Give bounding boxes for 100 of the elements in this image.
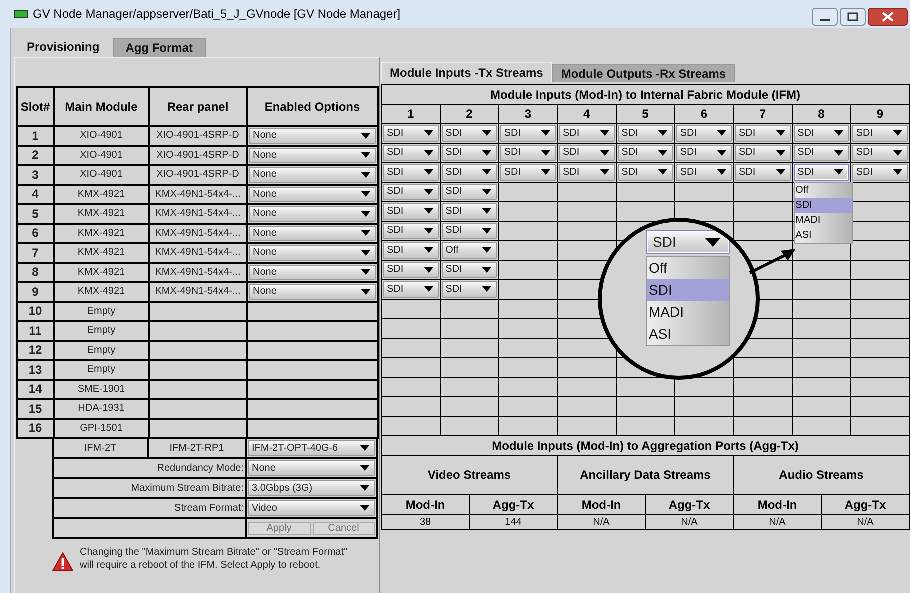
- dropdown[interactable]: SDI: [852, 144, 908, 161]
- dropdown[interactable]: SDI: [618, 125, 674, 142]
- dropdown[interactable]: SDI: [442, 203, 498, 220]
- menu-item[interactable]: Off: [794, 182, 852, 198]
- dropdown[interactable]: SDI: [383, 222, 439, 239]
- dropdown[interactable]: SDI: [559, 164, 615, 180]
- table-cell: KMX-4921: [55, 244, 148, 262]
- menu-item[interactable]: SDI: [647, 279, 729, 301]
- caret-icon: [361, 172, 371, 178]
- dropdown[interactable]: SDI: [500, 164, 556, 180]
- column-header: 4: [558, 105, 616, 123]
- dropdown[interactable]: SDI: [383, 164, 439, 180]
- dropdown[interactable]: SDI: [383, 262, 439, 278]
- caret-icon: [600, 150, 610, 156]
- caret-icon: [360, 505, 370, 511]
- table-cell: 1: [18, 127, 53, 144]
- dropdown[interactable]: SDI: [500, 144, 556, 161]
- table-cell: 12: [18, 342, 53, 359]
- dropdown[interactable]: SDI: [676, 164, 732, 180]
- dropdown[interactable]: SDI: [735, 164, 791, 180]
- caret-icon: [482, 169, 492, 176]
- table-cell: 3: [18, 166, 53, 184]
- dropdown[interactable]: SDI: [559, 144, 615, 161]
- dropdown[interactable]: 3.0Gbps (3G): [248, 480, 375, 496]
- menu-item[interactable]: MADI: [647, 301, 729, 323]
- column-header: Agg-Tx: [646, 495, 733, 514]
- caret-icon: [482, 150, 492, 156]
- dropdown[interactable]: SDI: [618, 144, 674, 161]
- dropdown[interactable]: SDI: [383, 242, 439, 258]
- dropdown[interactable]: None: [249, 284, 376, 300]
- table-cell: 15: [18, 400, 53, 418]
- dropdown[interactable]: SDI: [442, 281, 498, 298]
- dropdown[interactable]: None: [249, 245, 376, 260]
- caret-icon: [361, 132, 371, 139]
- dropdown[interactable]: SDI: [794, 144, 850, 161]
- caret-icon: [717, 169, 727, 176]
- dropdown[interactable]: SDI: [442, 184, 498, 200]
- column-header: Video Streams: [382, 456, 557, 494]
- dropdown[interactable]: SDI: [794, 125, 850, 142]
- dropdown[interactable]: SDI: [735, 144, 791, 161]
- dropdown[interactable]: None: [249, 128, 376, 144]
- dropdown[interactable]: SDI: [676, 125, 732, 142]
- table-cell: 2: [18, 146, 53, 164]
- tab[interactable]: Module Inputs -Tx Streams: [381, 62, 552, 82]
- dropdown[interactable]: None: [249, 264, 376, 280]
- dropdown[interactable]: Video: [248, 500, 375, 516]
- menu-item[interactable]: SDI: [794, 198, 852, 212]
- column-header: Ancillary Data Streams: [558, 456, 733, 494]
- dropdown[interactable]: SDI: [442, 222, 498, 239]
- column-header: Rear panel: [150, 88, 246, 125]
- dropdown[interactable]: SDI: [852, 164, 908, 180]
- dropdown[interactable]: SDI: [442, 125, 498, 142]
- menu-item[interactable]: MADI: [794, 212, 852, 228]
- maximize-icon[interactable]: [840, 8, 866, 26]
- dropdown[interactable]: SDI: [676, 144, 732, 161]
- dropdown[interactable]: SDI: [383, 184, 439, 200]
- close-icon[interactable]: [868, 8, 908, 26]
- dropdown[interactable]: None: [249, 167, 376, 182]
- dropdown[interactable]: SDI: [559, 125, 615, 142]
- column-header: 2: [440, 105, 498, 123]
- dropdown[interactable]: IFM-2T-OPT-40G-6: [248, 440, 375, 456]
- dropdown[interactable]: SDI: [383, 144, 439, 161]
- table-title: Module Inputs (Mod-In) to Internal Fabric Module (IFM): [382, 85, 909, 104]
- dropdown[interactable]: None: [249, 148, 376, 163]
- caret-icon: [482, 286, 492, 292]
- dropdown[interactable]: SDI: [646, 230, 730, 254]
- caret-icon: [776, 150, 786, 156]
- table-cell: Empty: [55, 342, 148, 359]
- dropdown[interactable]: SDI: [383, 203, 439, 220]
- dropdown[interactable]: Off: [442, 242, 498, 258]
- dropdown[interactable]: None: [248, 460, 375, 476]
- table-cell: KMX-49N1-54x4-...: [150, 264, 246, 281]
- dropdown[interactable]: SDI: [735, 125, 791, 142]
- dropdown[interactable]: SDI: [442, 144, 498, 161]
- dropdown[interactable]: SDI: [794, 164, 850, 180]
- menu-item[interactable]: ASI: [794, 228, 852, 242]
- dropdown[interactable]: SDI: [618, 164, 674, 180]
- table-cell: KMX-4921: [55, 186, 148, 203]
- menu-item[interactable]: Off: [647, 257, 729, 279]
- dropdown[interactable]: SDI: [500, 125, 556, 142]
- caret-icon: [482, 188, 492, 195]
- menu-item[interactable]: ASI: [647, 323, 729, 345]
- tab[interactable]: Module Outputs -Rx Streams: [552, 64, 736, 82]
- dropdown[interactable]: None: [249, 206, 376, 222]
- dropdown[interactable]: SDI: [383, 125, 439, 142]
- dropdown[interactable]: SDI: [442, 164, 498, 180]
- caret-icon: [482, 208, 492, 214]
- minimize-icon[interactable]: [812, 8, 838, 26]
- caret-icon: [658, 169, 668, 176]
- field-label: Stream Format:: [54, 499, 245, 517]
- dropdown[interactable]: None: [249, 186, 376, 202]
- table-cell: KMX-49N1-54x4-...: [150, 224, 246, 242]
- caret-icon: [541, 150, 551, 156]
- dropdown[interactable]: SDI: [383, 281, 439, 298]
- dropdown[interactable]: SDI: [442, 262, 498, 278]
- dropdown[interactable]: SDI: [852, 125, 908, 142]
- dropdown[interactable]: None: [249, 226, 376, 241]
- tab[interactable]: Agg Format: [112, 38, 206, 57]
- field-label: Redundancy Mode:: [54, 459, 245, 477]
- caret-icon: [834, 150, 844, 156]
